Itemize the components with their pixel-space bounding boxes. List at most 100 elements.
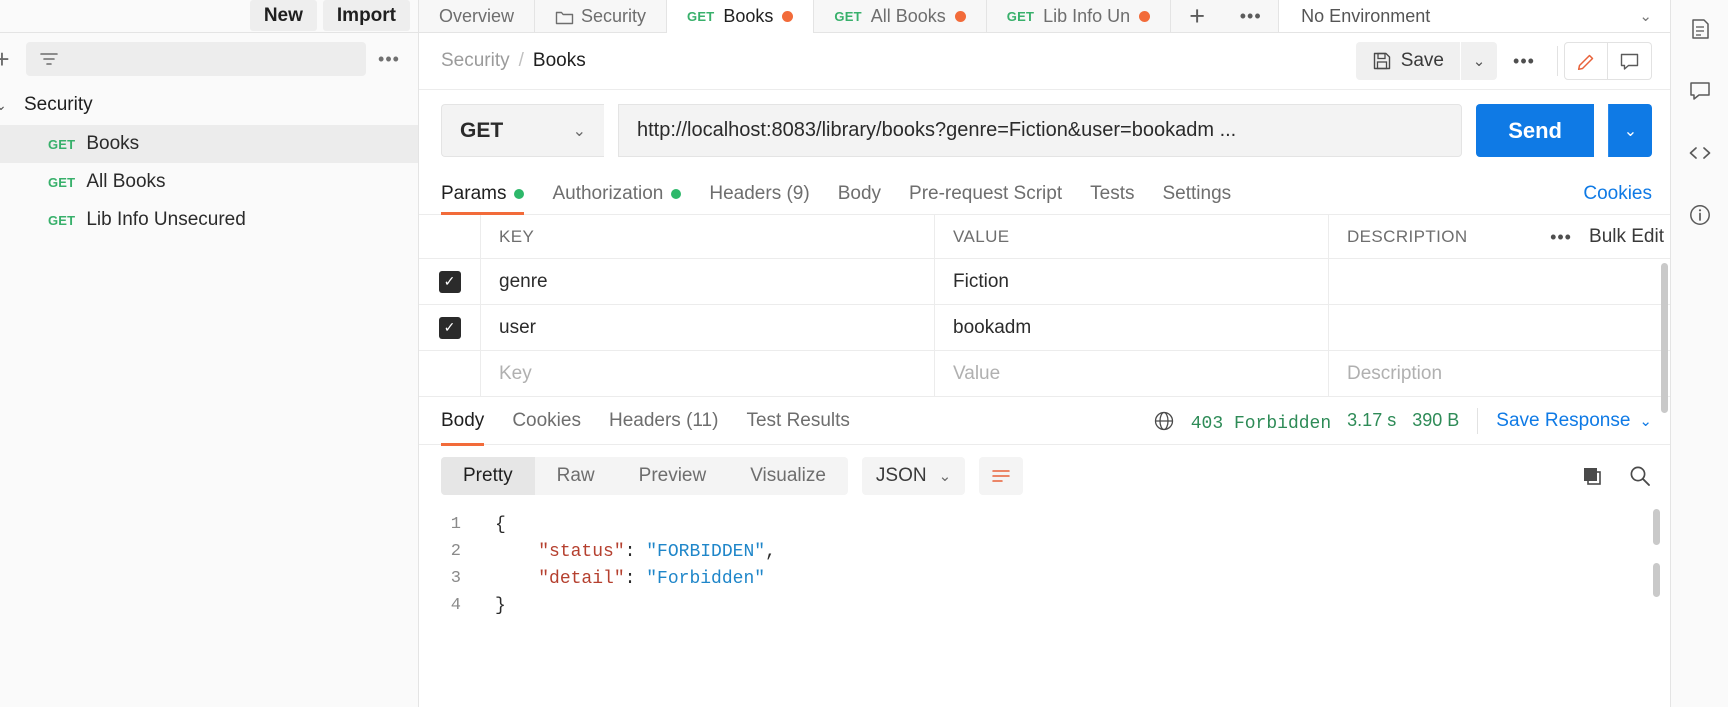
tab-tests[interactable]: Tests (1076, 183, 1148, 214)
code-text: { (495, 514, 506, 535)
response-tab-cookies[interactable]: Cookies (498, 410, 595, 441)
view-mode-visualize[interactable]: Visualize (728, 457, 848, 495)
bulk-edit-button[interactable]: Bulk Edit (1589, 226, 1670, 248)
response-meta-divider (1477, 407, 1479, 434)
method-value: GET (460, 118, 504, 142)
code-icon[interactable] (1680, 136, 1720, 170)
collection-filter-input[interactable] (26, 42, 366, 76)
code-line: 4 } (419, 592, 1670, 619)
params-more-icon[interactable]: ••• (1533, 228, 1589, 246)
response-scrollbar-thumb-2[interactable] (1653, 563, 1660, 597)
sidebar-item-books[interactable]: GET Books (0, 125, 418, 163)
param-value[interactable]: bookadm (935, 305, 1329, 350)
import-button[interactable]: Import (322, 0, 410, 31)
row-checkbox[interactable]: ✓ (438, 270, 461, 293)
sidebar-more-icon[interactable]: ••• (376, 50, 402, 68)
method-badge: GET (48, 174, 76, 190)
tab-label: Overview (439, 5, 515, 26)
response-tab-body[interactable]: Body (441, 410, 498, 446)
chevron-down-icon[interactable]: ⌄ (0, 97, 12, 114)
sidebar-collection-label: Security (24, 94, 93, 115)
response-tab-headers[interactable]: Headers (11) (595, 410, 732, 441)
send-button[interactable]: Send (1476, 104, 1594, 157)
method-badge: GET (687, 8, 715, 24)
save-button[interactable]: Save (1355, 42, 1460, 80)
tab-label: Headers (9) (709, 183, 810, 204)
tab-label: Params (441, 183, 507, 204)
globe-icon[interactable] (1153, 410, 1175, 432)
tab-headers[interactable]: Headers (9) (695, 183, 823, 214)
tab-bar-more-icon[interactable]: ••• (1223, 0, 1280, 32)
params-scrollbar[interactable] (1661, 263, 1668, 413)
tab-pre-request-script[interactable]: Pre-request Script (895, 183, 1076, 214)
tab-params[interactable]: Params (441, 183, 538, 215)
header-divider (1557, 46, 1558, 76)
column-header-description: DESCRIPTION (1347, 226, 1468, 246)
response-format-selector[interactable]: JSON ⌄ (861, 457, 966, 495)
param-key[interactable]: user (481, 305, 935, 350)
tab-authorization[interactable]: Authorization (538, 183, 695, 214)
table-new-row[interactable]: Key Value Description (419, 351, 1670, 397)
send-options-caret-icon[interactable]: ⌄ (1608, 104, 1652, 157)
tab-label: All Books (870, 5, 946, 26)
code-text: "detail": "Forbidden" (538, 568, 766, 589)
row-checkbox[interactable]: ✓ (438, 316, 461, 339)
table-row[interactable]: ✓ genre Fiction (419, 259, 1670, 305)
view-mode-raw[interactable]: Raw (535, 457, 617, 495)
info-icon[interactable] (1680, 198, 1720, 232)
request-section-tabs: Params Authorization Headers (9) Body Pr… (419, 171, 1670, 215)
new-collection-plus-icon[interactable]: + (0, 44, 16, 75)
tab-label: Security (581, 5, 647, 26)
tab-all-books[interactable]: GET All Books (814, 0, 987, 32)
save-options-caret-icon[interactable]: ⌄ (1461, 42, 1497, 80)
request-header: Security / Books Save ⌄ ••• (419, 33, 1670, 90)
response-tab-test-results[interactable]: Test Results (732, 410, 863, 441)
response-scrollbar[interactable] (1653, 509, 1660, 545)
save-response-button[interactable]: Save Response ⌄ (1496, 410, 1652, 432)
line-number: 4 (450, 596, 461, 615)
tab-label: Authorization (552, 183, 664, 204)
tab-lib-info-unsecured[interactable]: GET Lib Info Un (986, 0, 1172, 32)
method-badge: GET (48, 212, 76, 228)
new-param-key-input[interactable]: Key (481, 351, 935, 396)
word-wrap-button[interactable] (979, 457, 1024, 495)
environment-label: No Environment (1301, 5, 1431, 26)
param-key[interactable]: genre (481, 259, 935, 304)
documentation-icon[interactable] (1680, 12, 1720, 46)
sidebar-collection-security[interactable]: ⌄ Security (0, 85, 418, 125)
new-button[interactable]: New (249, 0, 317, 31)
view-mode-preview[interactable]: Preview (617, 457, 729, 495)
param-description[interactable] (1329, 305, 1670, 350)
param-value[interactable]: Fiction (935, 259, 1329, 304)
http-method-selector[interactable]: GET ⌄ (441, 104, 604, 157)
breadcrumb-current[interactable]: Books (533, 50, 586, 72)
sidebar-item-lib-info-unsecured[interactable]: GET Lib Info Unsecured (0, 201, 418, 239)
request-more-icon[interactable]: ••• (1497, 52, 1551, 70)
param-description[interactable] (1329, 259, 1670, 304)
breadcrumb-parent[interactable]: Security (441, 50, 510, 72)
tab-settings[interactable]: Settings (1149, 183, 1246, 214)
environment-selector[interactable]: No Environment ⌄ (1279, 0, 1670, 32)
copy-icon (1580, 464, 1604, 488)
search-body-button[interactable] (1628, 464, 1652, 488)
tab-body[interactable]: Body (824, 183, 895, 214)
new-param-description-input[interactable]: Description (1329, 351, 1670, 396)
unsaved-dot-icon (782, 10, 794, 22)
comments-button[interactable] (1608, 42, 1652, 80)
sidebar-item-all-books[interactable]: GET All Books (0, 163, 418, 201)
view-mode-pretty[interactable]: Pretty (441, 457, 535, 495)
copy-button[interactable] (1580, 464, 1604, 488)
new-param-value-input[interactable]: Value (935, 351, 1329, 396)
tab-overview[interactable]: Overview (419, 0, 536, 32)
cookies-link[interactable]: Cookies (1583, 183, 1652, 214)
new-tab-plus-icon[interactable]: + (1171, 0, 1224, 32)
method-badge: GET (1006, 8, 1035, 24)
edit-description-button[interactable] (1564, 42, 1608, 80)
comment-icon[interactable] (1680, 74, 1720, 108)
tab-security[interactable]: Security (535, 0, 668, 32)
response-body-code[interactable]: 1 { 2 "status": "FORBIDDEN", 3 "detail":… (419, 505, 1670, 619)
table-row[interactable]: ✓ user bookadm (419, 305, 1670, 351)
main-panel: Overview Security GET Books GET All Book… (419, 0, 1670, 707)
url-input[interactable]: http://localhost:8083/library/books?genr… (618, 104, 1463, 157)
tab-books[interactable]: GET Books (667, 0, 815, 33)
